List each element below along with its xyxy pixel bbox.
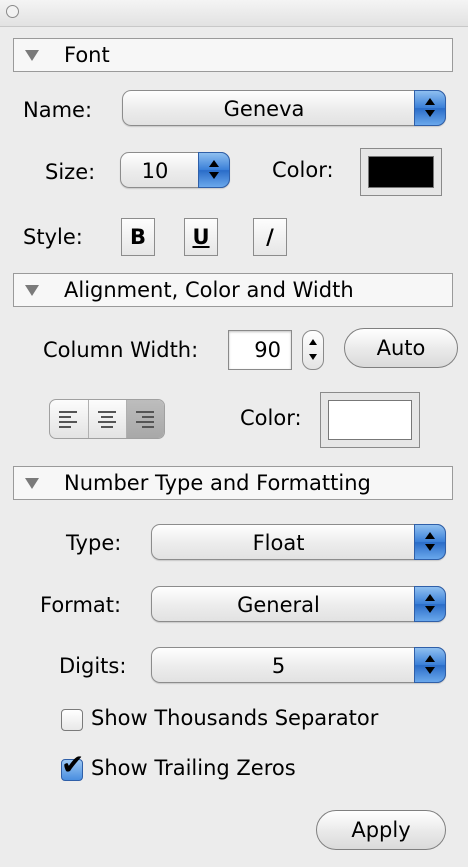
disclosure-triangle-icon[interactable] xyxy=(25,478,39,489)
popup-arrows-icon xyxy=(414,90,446,126)
alignment-section-title: Alignment, Color and Width xyxy=(64,278,354,302)
align-left-icon xyxy=(59,411,79,431)
cell-color-label: Color: xyxy=(240,406,302,430)
font-name-popup[interactable]: Geneva xyxy=(122,90,446,126)
stepper-up-icon[interactable] xyxy=(309,339,317,345)
format-value: General xyxy=(237,593,320,617)
popup-arrows-icon xyxy=(198,152,230,188)
thousands-separator-checkbox[interactable] xyxy=(61,709,83,731)
format-label: Format: xyxy=(40,593,122,617)
popup-arrows-icon xyxy=(414,586,446,622)
column-width-field[interactable]: 90 xyxy=(228,330,292,370)
align-right-icon xyxy=(136,411,156,431)
format-popup[interactable]: General xyxy=(151,586,446,622)
cell-color-well[interactable] xyxy=(320,392,420,448)
font-section-header[interactable]: Font xyxy=(13,38,453,72)
font-section-title: Font xyxy=(64,43,110,67)
title-bar xyxy=(0,0,468,27)
digits-label: Digits: xyxy=(59,654,127,678)
font-name-value: Geneva xyxy=(223,97,305,121)
font-color-label: Color: xyxy=(272,158,334,182)
number-section-header[interactable]: Number Type and Formatting xyxy=(13,466,453,500)
cell-color-swatch xyxy=(328,400,412,440)
font-size-value: 10 xyxy=(141,159,169,183)
type-label: Type: xyxy=(66,531,122,555)
underline-button[interactable]: U xyxy=(184,218,218,256)
number-section-title: Number Type and Formatting xyxy=(64,471,371,495)
popup-arrows-icon xyxy=(414,524,446,560)
align-center-button[interactable] xyxy=(88,400,126,438)
font-color-well[interactable] xyxy=(360,148,442,196)
italic-button[interactable]: / xyxy=(253,218,287,256)
type-value: Float xyxy=(252,531,305,555)
align-left-button[interactable] xyxy=(50,400,88,438)
popup-arrows-icon xyxy=(414,647,446,683)
digits-value: 5 xyxy=(271,654,286,678)
auto-button[interactable]: Auto xyxy=(344,328,458,368)
alignment-segmented-control[interactable] xyxy=(49,399,165,439)
stepper-down-icon[interactable] xyxy=(309,354,317,360)
type-popup[interactable]: Float xyxy=(151,524,446,560)
trailing-zeros-label[interactable]: Show Trailing Zeros xyxy=(91,756,296,780)
trailing-zeros-checkbox[interactable]: ✔ xyxy=(61,751,84,781)
thousands-separator-label[interactable]: Show Thousands Separator xyxy=(91,706,378,730)
disclosure-triangle-icon[interactable] xyxy=(25,285,39,296)
align-center-icon xyxy=(98,411,118,431)
apply-button[interactable]: Apply xyxy=(316,810,446,850)
align-right-button[interactable] xyxy=(126,400,164,438)
close-icon[interactable] xyxy=(6,5,19,18)
digits-popup[interactable]: 5 xyxy=(151,647,446,683)
font-color-swatch xyxy=(368,156,434,188)
alignment-section-header[interactable]: Alignment, Color and Width xyxy=(13,273,453,307)
checkmark-icon: ✔ xyxy=(61,748,85,781)
name-label: Name: xyxy=(23,98,93,122)
style-label: Style: xyxy=(23,225,83,249)
bold-button[interactable]: B xyxy=(121,218,155,256)
column-width-stepper[interactable] xyxy=(302,330,324,370)
column-width-label: Column Width: xyxy=(43,338,199,362)
disclosure-triangle-icon[interactable] xyxy=(25,50,39,61)
size-label: Size: xyxy=(45,160,96,184)
font-size-popup[interactable]: 10 xyxy=(120,152,230,188)
